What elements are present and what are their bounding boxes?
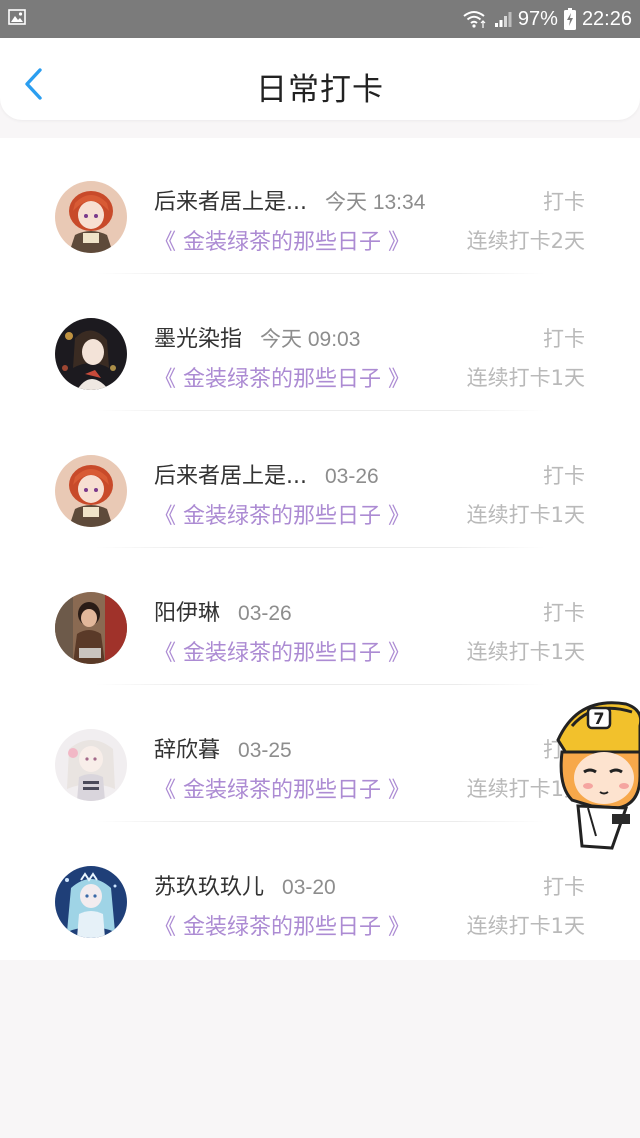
signal-icon xyxy=(494,12,512,27)
image-notification-icon xyxy=(8,9,26,25)
user-name: 阳伊琳 xyxy=(154,601,221,626)
checkin-time: 03-26 xyxy=(238,602,292,625)
list-item[interactable]: 阳伊琳 03-26 《 金装绿茶的那些日子 》 打卡 连续打卡1天 xyxy=(0,549,640,686)
book-title-link[interactable]: 《 金装绿茶的那些日子 》 xyxy=(154,498,410,530)
avatar[interactable] xyxy=(55,866,127,938)
list-item[interactable]: 辞欣暮 03-25 《 金装绿茶的那些日子 》 打卡 连续打卡1天 xyxy=(0,686,640,823)
divider xyxy=(95,684,545,685)
book-title-link[interactable]: 《 金装绿茶的那些日子 》 xyxy=(154,909,410,941)
checkin-time: 今天 09:03 xyxy=(260,328,361,351)
wifi-icon xyxy=(463,11,486,28)
checkin-list: 后来者居上是... 今天 13:34 《 金装绿茶的那些日子 》 打卡 连续打卡… xyxy=(0,138,640,960)
checkin-label: 打卡 xyxy=(543,875,585,899)
user-name-row: 辞欣暮 03-25 xyxy=(154,732,292,764)
avatar[interactable] xyxy=(55,181,127,253)
list-item[interactable]: 墨光染指 今天 09:03 《 金装绿茶的那些日子 》 打卡 连续打卡1天 xyxy=(0,275,640,412)
user-name-row: 苏玖玖玖儿 03-20 xyxy=(154,869,336,901)
user-name-row: 阳伊琳 03-26 xyxy=(154,595,292,627)
battery-percent: 97% xyxy=(517,7,558,30)
divider xyxy=(95,821,545,822)
svg-text:7: 7 xyxy=(593,709,604,728)
user-name: 辞欣暮 xyxy=(154,738,221,763)
divider xyxy=(95,273,545,274)
checkin-time: 03-20 xyxy=(282,876,336,899)
streak-label: 连续打卡1天 xyxy=(466,366,585,390)
user-name-row: 后来者居上是... 今天 13:34 xyxy=(154,184,425,216)
streak-label: 连续打卡1天 xyxy=(466,914,585,938)
book-title-link[interactable]: 《 金装绿茶的那些日子 》 xyxy=(154,772,410,804)
checkin-label: 打卡 xyxy=(543,601,585,625)
streak-label: 连续打卡1天 xyxy=(466,503,585,527)
user-name: 苏玖玖玖儿 xyxy=(154,875,265,900)
user-name-row: 墨光染指 今天 09:03 xyxy=(154,321,360,353)
page-title: 日常打卡 xyxy=(256,72,384,108)
user-name: 后来者居上是... xyxy=(154,190,307,215)
user-name-row: 后来者居上是... 03-26 xyxy=(154,458,379,490)
list-item[interactable]: 苏玖玖玖儿 03-20 《 金装绿茶的那些日子 》 打卡 连续打卡1天 xyxy=(0,823,640,960)
list-item[interactable]: 后来者居上是... 03-26 《 金装绿茶的那些日子 》 打卡 连续打卡1天 xyxy=(0,412,640,549)
checkin-time: 今天 13:34 xyxy=(324,191,426,214)
user-name: 墨光染指 xyxy=(154,327,243,352)
avatar[interactable] xyxy=(55,729,127,801)
checkin-label: 打卡 xyxy=(543,464,585,488)
book-title-link[interactable]: 《 金装绿茶的那些日子 》 xyxy=(154,361,410,393)
checkin-time: 03-26 xyxy=(324,465,379,488)
floating-mascot-icon[interactable]: 7 xyxy=(548,696,640,856)
list-item[interactable]: 后来者居上是... 今天 13:34 《 金装绿茶的那些日子 》 打卡 连续打卡… xyxy=(0,138,640,275)
status-bar: 97% 22:26 xyxy=(0,0,640,38)
divider xyxy=(95,547,545,548)
checkin-time: 03-25 xyxy=(238,739,292,762)
divider xyxy=(95,410,545,411)
streak-label: 连续打卡1天 xyxy=(466,640,585,664)
avatar[interactable] xyxy=(55,592,127,664)
battery-charging-icon xyxy=(563,8,576,30)
avatar[interactable] xyxy=(55,318,127,390)
checkin-label: 打卡 xyxy=(543,327,585,351)
streak-label: 连续打卡2天 xyxy=(466,229,585,253)
book-title-link[interactable]: 《 金装绿茶的那些日子 》 xyxy=(154,224,410,256)
nav-header: 日常打卡 xyxy=(0,38,640,120)
clock: 22:26 xyxy=(581,7,632,30)
checkin-label: 打卡 xyxy=(543,190,585,214)
user-name: 后来者居上是... xyxy=(154,464,307,489)
avatar[interactable] xyxy=(55,455,127,527)
book-title-link[interactable]: 《 金装绿茶的那些日子 》 xyxy=(154,635,410,667)
